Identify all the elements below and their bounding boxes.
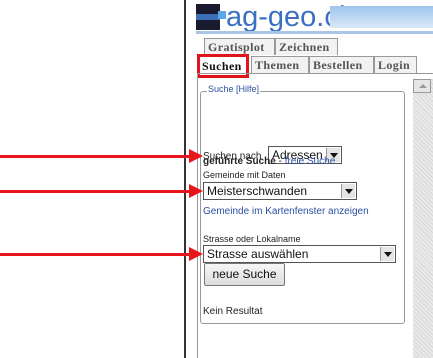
street-select-value: Strasse auswählen bbox=[207, 247, 309, 261]
free-search-link[interactable]: freie Suche bbox=[285, 156, 336, 167]
annotation-arrow-2-icon bbox=[189, 184, 203, 198]
tab-zeichnen[interactable]: Zeichnen bbox=[275, 38, 338, 55]
logo-mark-icon bbox=[196, 4, 220, 30]
result-status-text: Kein Resultat bbox=[203, 306, 263, 317]
tab-themen[interactable]: Themen bbox=[251, 56, 309, 73]
chevron-down-icon bbox=[341, 184, 355, 198]
header-gradient-band bbox=[330, 6, 433, 28]
header-underline bbox=[196, 31, 433, 34]
street-label: Strasse oder Lokalname bbox=[203, 234, 301, 244]
annotation-arrow-1-shaft bbox=[0, 155, 190, 158]
logo-square-icon bbox=[218, 11, 226, 19]
scrollbar-track[interactable] bbox=[413, 79, 433, 358]
scroll-up-arrow-icon[interactable] bbox=[413, 79, 431, 93]
new-search-button[interactable]: neue Suche bbox=[204, 263, 285, 286]
municipality-label: Gemeinde mit Daten bbox=[203, 170, 286, 180]
tab-login[interactable]: Login bbox=[374, 56, 417, 73]
annotation-arrow-3-icon bbox=[189, 247, 203, 261]
guided-search-label: geführte Suche bbox=[203, 156, 276, 167]
annotation-arrow-2-shaft bbox=[0, 190, 190, 193]
municipality-select[interactable]: Meisterschwanden bbox=[203, 182, 357, 200]
chevron-down-icon bbox=[380, 247, 394, 261]
show-municipality-on-map-link[interactable]: Gemeinde im Kartenfenster anzeigen bbox=[203, 206, 369, 217]
street-select[interactable]: Strasse auswählen bbox=[203, 245, 396, 263]
municipality-select-value: Meisterschwanden bbox=[207, 184, 308, 198]
annotation-arrow-3-shaft bbox=[0, 253, 190, 256]
left-boundary-line bbox=[184, 0, 186, 358]
annotation-arrow-1-icon bbox=[189, 149, 203, 163]
search-mode-separator: - bbox=[275, 156, 285, 167]
tab-gratisplot[interactable]: Gratisplot bbox=[204, 38, 275, 55]
tab-bestellen[interactable]: Bestellen bbox=[309, 56, 374, 73]
search-legend[interactable]: Suche [Hilfe] bbox=[207, 84, 261, 94]
